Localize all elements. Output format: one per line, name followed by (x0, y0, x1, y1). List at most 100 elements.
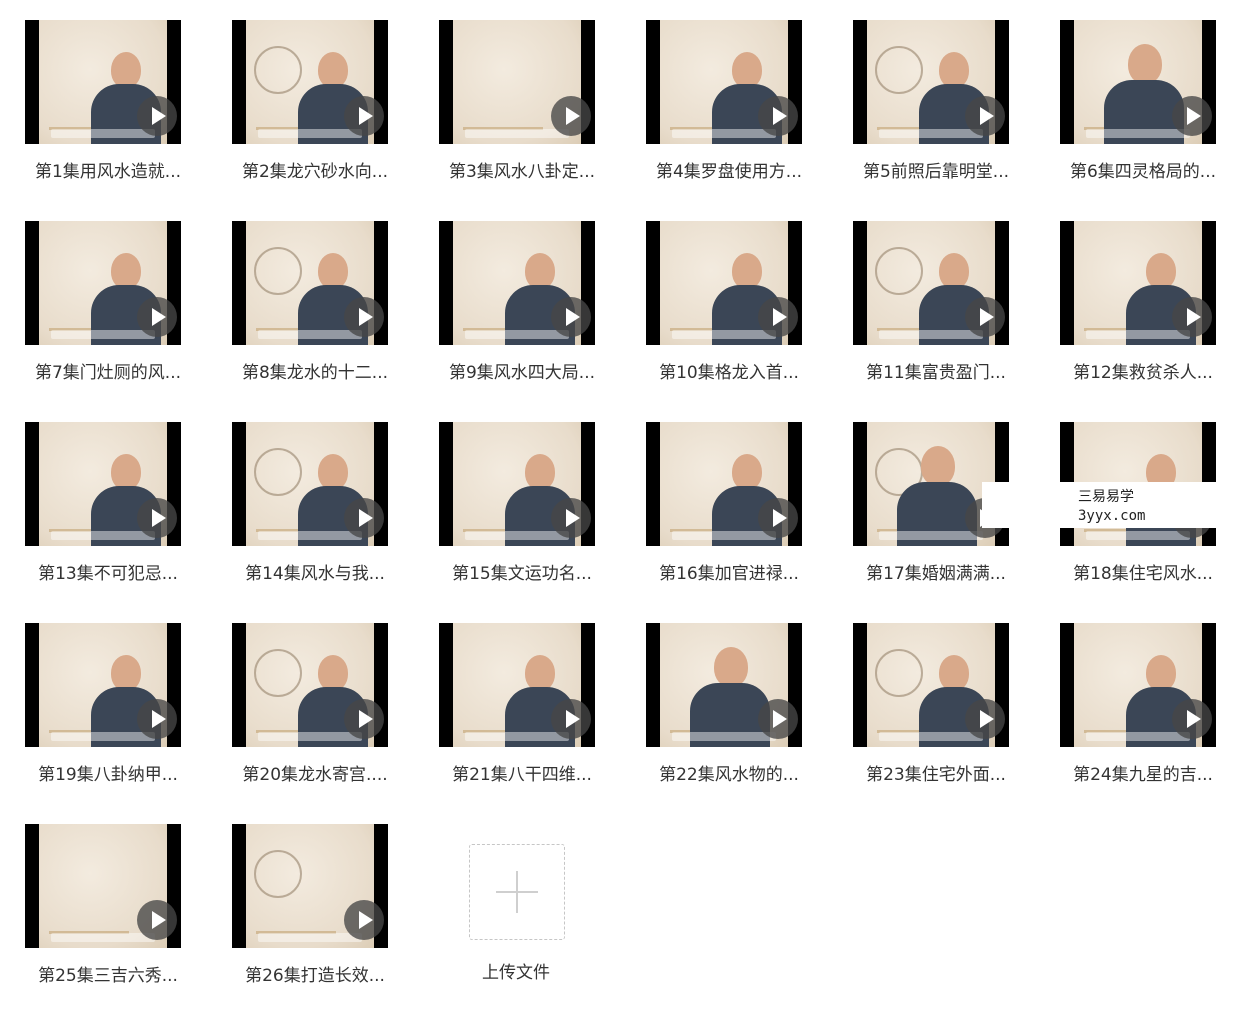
subtitle-bar (465, 732, 569, 741)
compass-diagram (254, 850, 302, 898)
play-icon[interactable] (965, 96, 1005, 136)
compass-diagram (875, 247, 923, 295)
video-thumbnail (439, 20, 595, 144)
play-icon[interactable] (758, 297, 798, 337)
subtitle-bar (1086, 531, 1190, 540)
video-file-item[interactable]: 第16集加官进禄... (636, 422, 822, 602)
play-icon[interactable] (344, 96, 384, 136)
play-icon[interactable] (137, 900, 177, 940)
play-icon[interactable] (551, 96, 591, 136)
play-icon[interactable] (1172, 96, 1212, 136)
video-file-item[interactable]: 第25集三吉六秀... (15, 824, 201, 1004)
presenter-head (714, 647, 748, 687)
play-icon[interactable] (965, 297, 1005, 337)
play-icon[interactable] (758, 96, 798, 136)
compass-diagram (875, 46, 923, 94)
video-file-item[interactable]: 第12集救贫杀人... (1050, 221, 1236, 401)
video-file-item[interactable]: 第3集风水八卦定... (429, 20, 615, 200)
play-icon[interactable] (344, 297, 384, 337)
video-file-item[interactable]: 第8集龙水的十二... (222, 221, 408, 401)
presenter-head (525, 454, 555, 490)
subtitle-bar (879, 129, 983, 138)
play-icon[interactable] (551, 297, 591, 337)
compass-diagram (254, 649, 302, 697)
video-file-item[interactable]: 第23集住宅外面... (843, 623, 1029, 803)
file-name: 第19集八卦纳甲... (38, 765, 178, 785)
watermark-overlay: 三易易学 3yyx.com (982, 482, 1218, 528)
presenter-head (318, 655, 348, 691)
play-icon[interactable] (1172, 699, 1212, 739)
video-thumbnail (439, 623, 595, 747)
play-icon[interactable] (344, 900, 384, 940)
video-file-item[interactable]: 第6集四灵格局的... (1050, 20, 1236, 200)
video-file-item[interactable]: 第5前照后靠明堂... (843, 20, 1029, 200)
presenter-head (111, 454, 141, 490)
play-icon[interactable] (965, 699, 1005, 739)
watermark-text: 三易易学 (1078, 489, 1134, 505)
video-file-item[interactable]: 第14集风水与我... (222, 422, 408, 602)
video-file-item[interactable]: 第1集用风水造就... (15, 20, 201, 200)
presenter-head (1128, 44, 1162, 84)
file-name: 第12集救贫杀人... (1073, 363, 1213, 383)
presenter-head (1146, 253, 1176, 289)
file-name: 第24集九星的吉... (1073, 765, 1213, 785)
video-thumbnail (25, 623, 181, 747)
video-file-item[interactable]: 第22集风水物的... (636, 623, 822, 803)
video-thumbnail (1060, 623, 1216, 747)
file-name: 第9集风水四大局... (448, 363, 596, 383)
video-file-item[interactable]: 第21集八干四维... (429, 623, 615, 803)
upload-file-button[interactable] (469, 844, 565, 940)
presenter-head (111, 253, 141, 289)
subtitle-bar (672, 732, 776, 741)
play-icon[interactable] (137, 498, 177, 538)
subtitle-bar (879, 732, 983, 741)
subtitle-bar (51, 732, 155, 741)
presenter-head (318, 454, 348, 490)
video-thumbnail (853, 623, 1009, 747)
play-icon[interactable] (137, 297, 177, 337)
play-icon[interactable] (344, 699, 384, 739)
compass-diagram (254, 448, 302, 496)
video-thumbnail (646, 623, 802, 747)
presenter-head (921, 446, 955, 486)
watermark-url: 3yyx.com (1078, 508, 1146, 524)
video-file-item[interactable]: 第26集打造长效... (222, 824, 408, 1004)
play-icon[interactable] (1172, 297, 1212, 337)
file-name: 第7集门灶厕的风... (34, 363, 182, 383)
video-file-item[interactable]: 第7集门灶厕的风... (15, 221, 201, 401)
video-file-item[interactable]: 第2集龙穴砂水向... (222, 20, 408, 200)
video-file-item[interactable]: 第20集龙水寄宫.... (222, 623, 408, 803)
video-file-item[interactable]: 第4集罗盘使用方... (636, 20, 822, 200)
subtitle-bar (672, 330, 776, 339)
subtitle-bar (879, 531, 983, 540)
video-thumbnail (646, 20, 802, 144)
presenter-head (318, 253, 348, 289)
presenter-head (111, 52, 141, 88)
video-thumbnail (439, 221, 595, 345)
video-file-item[interactable]: 第15集文运功名... (429, 422, 615, 602)
play-icon[interactable] (758, 699, 798, 739)
play-icon[interactable] (344, 498, 384, 538)
play-icon[interactable] (137, 96, 177, 136)
video-file-item[interactable]: 第19集八卦纳甲... (15, 623, 201, 803)
plus-icon-vertical (516, 871, 518, 913)
video-file-item[interactable]: 第11集富贵盈门... (843, 221, 1029, 401)
video-file-item[interactable]: 第24集九星的吉... (1050, 623, 1236, 803)
subtitle-bar (258, 129, 362, 138)
subtitle-bar (258, 732, 362, 741)
compass-diagram (254, 247, 302, 295)
play-icon[interactable] (137, 699, 177, 739)
video-thumbnail (646, 221, 802, 345)
video-file-item[interactable]: 第9集风水四大局... (429, 221, 615, 401)
subtitle-bar (1086, 732, 1190, 741)
file-name: 第1集用风水造就... (34, 162, 182, 182)
play-icon[interactable] (551, 498, 591, 538)
play-icon[interactable] (551, 699, 591, 739)
file-name: 第26集打造长效... (245, 966, 385, 986)
subtitle-bar (1086, 330, 1190, 339)
video-file-item[interactable]: 第10集格龙入首... (636, 221, 822, 401)
subtitle-bar (465, 330, 569, 339)
play-icon[interactable] (758, 498, 798, 538)
video-thumbnail (232, 422, 388, 546)
video-file-item[interactable]: 第13集不可犯忌... (15, 422, 201, 602)
